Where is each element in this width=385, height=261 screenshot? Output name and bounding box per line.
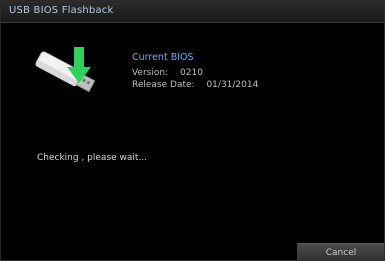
version-value: 0210 <box>180 68 203 78</box>
bios-flashback-window: USB BIOS Flashback Current BIOS Version:… <box>0 0 385 261</box>
title-bar: USB BIOS Flashback <box>1 1 384 23</box>
release-date-value: 01/31/2014 <box>206 80 259 90</box>
cancel-button[interactable]: Cancel <box>297 243 384 261</box>
version-label: Version: <box>132 68 169 78</box>
status-message: Checking , please wait... <box>37 153 148 163</box>
release-date-row: Release Date: 01/31/2014 <box>132 79 258 91</box>
current-bios-heading: Current BIOS <box>132 52 194 63</box>
current-bios-info: Current BIOS Version: 0210 Release Date:… <box>132 52 258 91</box>
usb-drive-icon <box>35 47 96 93</box>
release-date-label: Release Date: <box>132 80 195 90</box>
version-row: Version: 0210 <box>132 67 258 79</box>
window-title: USB BIOS Flashback <box>9 5 114 16</box>
